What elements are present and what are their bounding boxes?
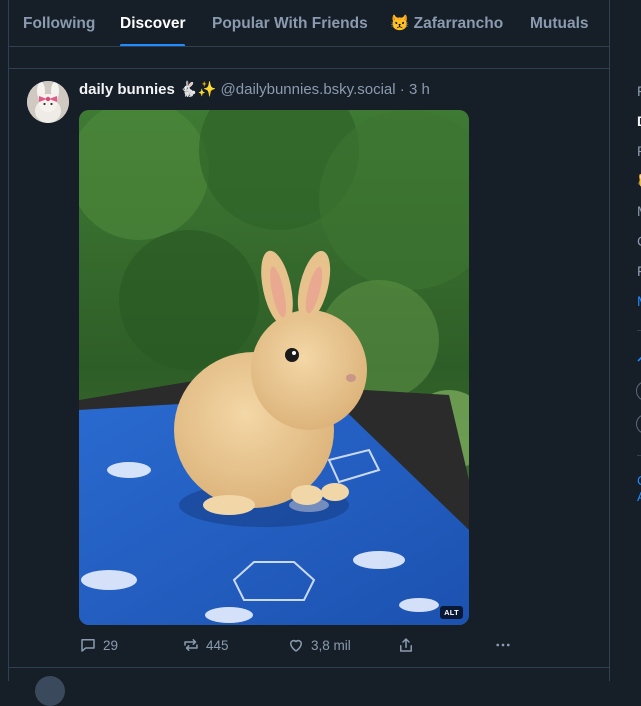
sidebar-divider — [637, 330, 641, 331]
more-icon — [494, 636, 512, 654]
tab-zafarrancho[interactable]: 😾 Zafarrancho — [390, 0, 504, 46]
share-icon — [397, 636, 415, 654]
repost-count: 445 — [206, 637, 229, 653]
sidebar-footer-link[interactable]: A — [637, 489, 641, 504]
like-icon — [287, 636, 305, 654]
sidebar-trend-pill[interactable] — [636, 381, 641, 401]
reply-icon — [79, 636, 97, 654]
tab-mutuals[interactable]: Mutuals — [530, 0, 589, 46]
post-header: daily bunnies 🐇✨ @dailybunnies.bsky.soci… — [79, 80, 430, 100]
like-button[interactable]: 3,8 mil — [287, 634, 351, 656]
author-name[interactable]: daily bunnies 🐇✨ — [79, 81, 216, 98]
sidebar-trend-pill[interactable] — [636, 414, 641, 434]
tab-label: Discover — [120, 15, 186, 32]
tab-popular-with-friends[interactable]: Popular With Friends — [212, 0, 368, 46]
post-timestamp[interactable]: 3 h — [409, 81, 430, 98]
tab-following[interactable]: Following — [23, 0, 96, 46]
sidebar-feed-item[interactable]: 🐱 — [637, 173, 641, 190]
post-divider — [9, 667, 609, 668]
sidebar-footer-link[interactable]: C — [637, 473, 641, 488]
share-button[interactable] — [397, 634, 415, 656]
tab-label: Following — [23, 15, 96, 32]
tab-label: 😾 Zafarrancho — [390, 15, 504, 32]
repost-button[interactable]: 445 — [182, 634, 229, 656]
sidebar-trend-icon — [637, 352, 641, 366]
reply-count: 29 — [103, 637, 119, 653]
sidebar-feed-item[interactable]: P — [637, 143, 641, 159]
reply-button[interactable]: 29 — [79, 634, 118, 656]
post-actions: 29 445 3,8 mil — [79, 634, 519, 656]
sidebar-feed-item[interactable]: F — [637, 83, 641, 99]
tab-discover[interactable]: Discover — [120, 0, 186, 46]
bunny-photo — [79, 110, 469, 625]
avatar[interactable] — [27, 81, 69, 123]
more-options-button[interactable] — [494, 634, 512, 656]
header-separator: · — [399, 81, 405, 98]
tab-label: Popular With Friends — [212, 15, 368, 32]
main-feed-column: Following Discover Popular With Friends … — [8, 0, 610, 706]
tab-label: Mutuals — [530, 15, 589, 32]
repost-icon — [182, 636, 200, 654]
like-count: 3,8 mil — [311, 637, 351, 653]
post-image[interactable]: ALT — [79, 110, 469, 625]
sidebar-feed-item[interactable]: F — [637, 263, 641, 279]
feed-tabs: Following Discover Popular With Friends … — [9, 0, 609, 47]
sidebar-feed-item[interactable]: C — [637, 233, 641, 249]
sidebar-more-feeds-link[interactable]: M — [637, 293, 641, 309]
right-sidebar: F D P 🐱 M C F M C A — [611, 0, 641, 681]
active-tab-indicator — [120, 44, 186, 46]
sidebar-feed-item[interactable]: M — [637, 203, 641, 219]
sidebar-divider — [637, 455, 641, 456]
author-handle[interactable]: @dailybunnies.bsky.social — [221, 81, 396, 98]
alt-text-badge[interactable]: ALT — [440, 606, 463, 619]
post-divider — [9, 68, 609, 69]
sidebar-feed-item-active[interactable]: D — [637, 113, 641, 129]
